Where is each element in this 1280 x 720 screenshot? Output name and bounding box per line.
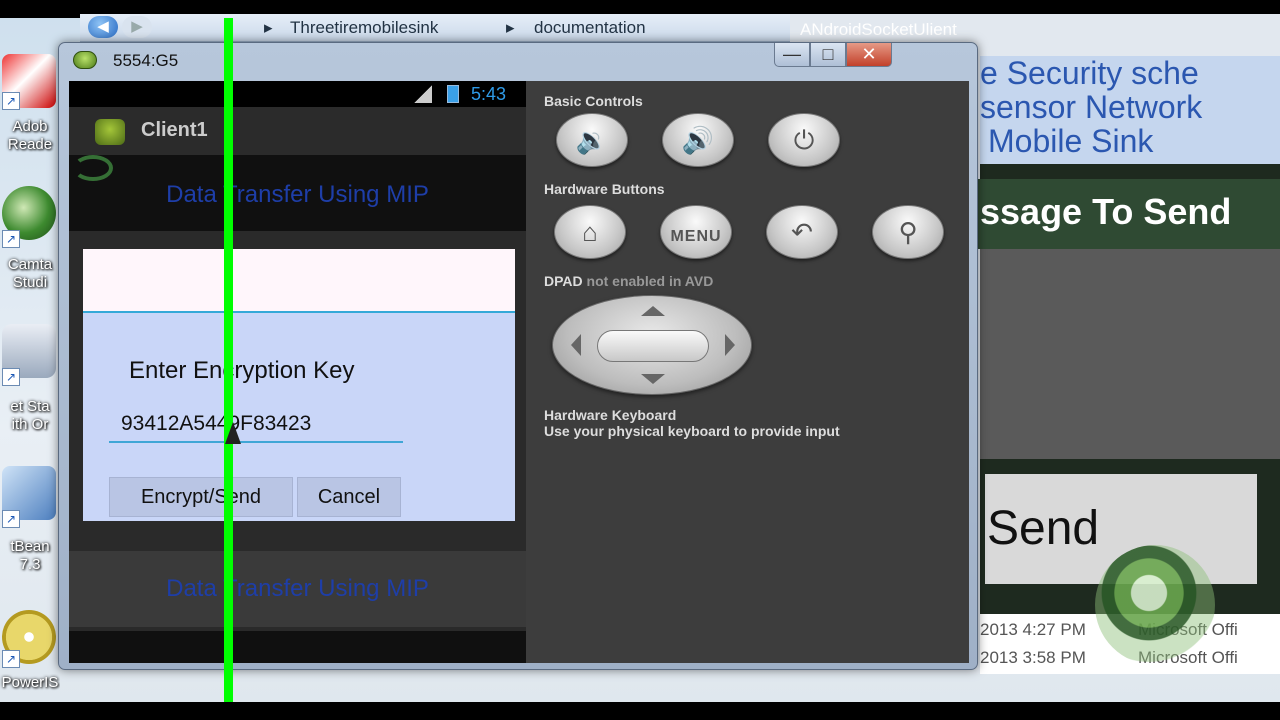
file-date: 2013 4:27 PM bbox=[980, 620, 1086, 639]
hardware-keyboard-info: Hardware Keyboard Use your physical keyb… bbox=[544, 407, 840, 439]
message-label: ssage To Send bbox=[970, 179, 1280, 249]
desktop-icon-label: et Sta bbox=[10, 398, 50, 415]
black-band-bottom bbox=[0, 702, 1280, 720]
desktop-icon-label: PowerIS bbox=[1, 674, 59, 691]
dialog-label: Enter Encryption Key bbox=[129, 357, 355, 384]
breadcrumb-separator: ▸ bbox=[264, 18, 273, 37]
volume-up-icon: 🔊 bbox=[681, 125, 715, 155]
hardware-keyboard-label: Hardware Keyboard bbox=[544, 407, 677, 423]
home-button[interactable]: ⌂ bbox=[554, 205, 626, 259]
menu-label: MENU bbox=[670, 228, 722, 245]
mouse-cursor-icon bbox=[225, 422, 241, 444]
back-icon: ↶ bbox=[791, 217, 813, 247]
hardware-keyboard-note: Use your physical keyboard to provide in… bbox=[544, 423, 840, 439]
desktop-icon-label: Reade bbox=[7, 136, 53, 153]
desktop-icon-label: ith Or bbox=[11, 416, 49, 433]
heading-line: Mobile Sink bbox=[988, 123, 1154, 159]
shortcut-arrow-icon: ↗ bbox=[2, 230, 20, 248]
cancel-button[interactable]: Cancel bbox=[297, 477, 401, 517]
search-button[interactable]: ⚲ bbox=[872, 205, 944, 259]
back-button[interactable]: ↶ bbox=[766, 205, 838, 259]
close-button[interactable]: ✕ bbox=[846, 43, 892, 67]
encryption-key-input[interactable] bbox=[109, 407, 403, 443]
background-heading: e Security sche sensor Network Mobile Si… bbox=[980, 56, 1280, 166]
emulator-client: 5:43 Client1 Data Transfer Using MIP Dat… bbox=[69, 81, 969, 663]
emulator-controls-panel: Basic Controls 🔉 🔊 ⏻ Hardware Buttons ⌂ … bbox=[526, 81, 969, 663]
forward-arrow-icon[interactable]: ▶ bbox=[122, 16, 152, 38]
shortcut-arrow-icon: ↗ bbox=[2, 92, 20, 110]
minimize-button[interactable]: — bbox=[774, 43, 810, 67]
volume-up-button[interactable]: 🔊 bbox=[662, 113, 734, 167]
status-clock: 5:43 bbox=[471, 84, 507, 104]
encryption-key-dialog: Enter Encryption Key Encrypt/Send Cancel bbox=[83, 249, 515, 521]
dpad-up-arrow-icon[interactable] bbox=[641, 306, 665, 316]
app-heading-bottom: Data Transfer Using MIP bbox=[166, 575, 429, 602]
file-date: 2013 3:58 PM bbox=[980, 648, 1086, 667]
heading-line: e Security sche bbox=[980, 56, 1199, 91]
back-arrow-icon[interactable]: ◀ bbox=[88, 16, 118, 38]
breadcrumb-item[interactable]: Threetiremobilesink bbox=[290, 18, 438, 38]
desktop-icon-label: Camta bbox=[7, 256, 53, 273]
desktop-icon-label: 7.3 bbox=[19, 556, 41, 573]
android-app-icon bbox=[95, 119, 125, 145]
shortcut-arrow-icon: ↗ bbox=[2, 510, 20, 528]
android-screen[interactable]: 5:43 Client1 Data Transfer Using MIP Dat… bbox=[69, 81, 526, 663]
desktop-icon-label: tBean bbox=[10, 538, 50, 555]
refresh-icon bbox=[73, 155, 113, 181]
explorer-address-bar: ◀ ▶ ▸ Threetiremobilesink ▸ documentatio… bbox=[80, 14, 792, 42]
breadcrumb-separator: ▸ bbox=[506, 18, 515, 37]
signal-icon bbox=[414, 85, 432, 103]
maximize-button[interactable]: □ bbox=[810, 43, 846, 67]
message-textarea[interactable] bbox=[980, 249, 1280, 459]
heading-line: sensor Network bbox=[980, 89, 1203, 125]
app-title-bar: Client1 bbox=[69, 107, 526, 155]
dpad-right-arrow-icon[interactable] bbox=[725, 334, 735, 356]
dpad-note: not enabled in AVD bbox=[586, 273, 714, 289]
emulator-window: 5554:G5 — □ ✕ 5:43 Client1 Data Transfer… bbox=[58, 42, 978, 670]
basic-controls-label: Basic Controls bbox=[544, 93, 643, 109]
emulator-app-icon bbox=[73, 51, 97, 69]
power-icon: ⏻ bbox=[793, 125, 815, 155]
volume-down-button[interactable]: 🔉 bbox=[556, 113, 628, 167]
dpad[interactable] bbox=[552, 295, 752, 395]
dpad-label-text: DPAD bbox=[544, 273, 583, 289]
search-icon: ⚲ bbox=[898, 217, 918, 247]
home-icon: ⌂ bbox=[582, 217, 598, 247]
emulator-title: 5554:G5 bbox=[113, 51, 179, 70]
breadcrumb-item[interactable]: documentation bbox=[534, 18, 646, 38]
desktop-icon-label: Studi bbox=[12, 274, 48, 291]
dialog-title-area bbox=[83, 249, 515, 313]
video-overlay-green-line bbox=[224, 18, 233, 702]
shortcut-arrow-icon: ↗ bbox=[2, 368, 20, 386]
dpad-label: DPAD not enabled in AVD bbox=[544, 273, 713, 289]
app-title: Client1 bbox=[141, 119, 208, 141]
encrypt-send-button[interactable]: Encrypt/Send bbox=[109, 477, 293, 517]
dpad-down-arrow-icon[interactable] bbox=[641, 374, 665, 384]
shortcut-arrow-icon: ↗ bbox=[2, 650, 20, 668]
power-button[interactable]: ⏻ bbox=[768, 113, 840, 167]
dpad-left-arrow-icon[interactable] bbox=[571, 334, 581, 356]
volume-down-icon: 🔉 bbox=[575, 125, 609, 155]
battery-icon bbox=[447, 85, 459, 103]
status-bar: 5:43 bbox=[69, 81, 526, 107]
hardware-buttons-label: Hardware Buttons bbox=[544, 181, 665, 197]
dpad-center-button[interactable] bbox=[597, 330, 709, 362]
app-heading: Data Transfer Using MIP bbox=[166, 181, 429, 208]
background-window-title: ANdroidSocketUlient bbox=[800, 20, 957, 39]
menu-button[interactable]: MENU bbox=[660, 205, 732, 259]
camtasia-watermark-logo bbox=[1095, 545, 1215, 665]
desktop-icon-label: Adob bbox=[12, 118, 48, 135]
